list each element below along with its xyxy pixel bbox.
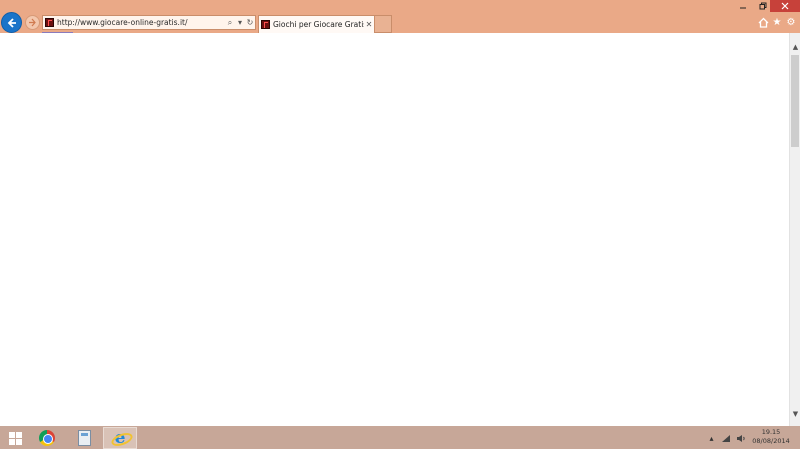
tab-title: Giochi per Giocare Gratis O... [273,20,364,29]
minimize-icon [739,7,746,9]
dropdown-icon[interactable]: ▾ [235,18,245,27]
vertical-scrollbar[interactable]: ▲ ▼ [789,33,800,426]
new-tab-button[interactable] [375,15,392,33]
forward-button[interactable] [25,15,40,30]
back-button[interactable] [1,12,22,33]
scrollbar-thumb[interactable] [791,55,799,147]
tab-active[interactable]: Giochi per Giocare Gratis O... ✕ [258,15,375,33]
restore-button[interactable] [755,0,770,12]
show-hidden-icons-icon[interactable]: ▴ [706,433,717,443]
start-button[interactable] [0,427,30,449]
taskbar-chrome[interactable] [30,427,64,449]
gear-icon: ⚙ [786,16,796,28]
internet-explorer-icon: e [111,428,129,448]
taskbar-calculator[interactable] [67,427,101,449]
tools-button[interactable]: ⚙ [784,15,798,29]
tab-favicon [261,20,270,29]
address-url[interactable]: http://www.giocare-online-gratis.it/ [57,18,225,27]
volume-icon[interactable] [735,433,746,443]
windows-logo-icon [8,431,22,445]
close-icon[interactable]: ✕ [364,20,374,29]
home-button[interactable] [756,15,770,29]
site-favicon [45,18,54,27]
restore-icon [759,2,766,10]
close-window-icon [781,2,789,10]
system-clock[interactable]: 19.15 08/08/2014 [748,428,794,446]
taskbar: e [0,426,800,449]
scroll-up-icon[interactable]: ▲ [790,41,800,52]
chrome-icon [39,430,55,446]
forward-arrow-icon [29,18,36,27]
scroll-down-icon[interactable]: ▼ [790,408,800,419]
calculator-icon [77,430,91,446]
home-icon [758,17,768,28]
back-arrow-icon [7,17,16,28]
browser-toolbar: http://www.giocare-online-gratis.it/ ⌕ ▾… [0,0,800,33]
address-bar[interactable]: http://www.giocare-online-gratis.it/ ⌕ ▾… [42,15,256,30]
page-content [0,33,789,426]
search-icon[interactable]: ⌕ [225,18,235,28]
network-icon[interactable] [720,433,731,443]
clock-time: 19.15 [761,428,781,436]
favorites-button[interactable]: ★ [770,15,784,29]
close-window-button[interactable] [770,0,800,12]
refresh-icon[interactable]: ↻ [245,18,255,27]
clock-date: 08/08/2014 [752,437,790,445]
star-icon: ★ [772,16,782,28]
minimize-button[interactable] [730,0,755,12]
taskbar-internet-explorer[interactable]: e [103,427,137,449]
